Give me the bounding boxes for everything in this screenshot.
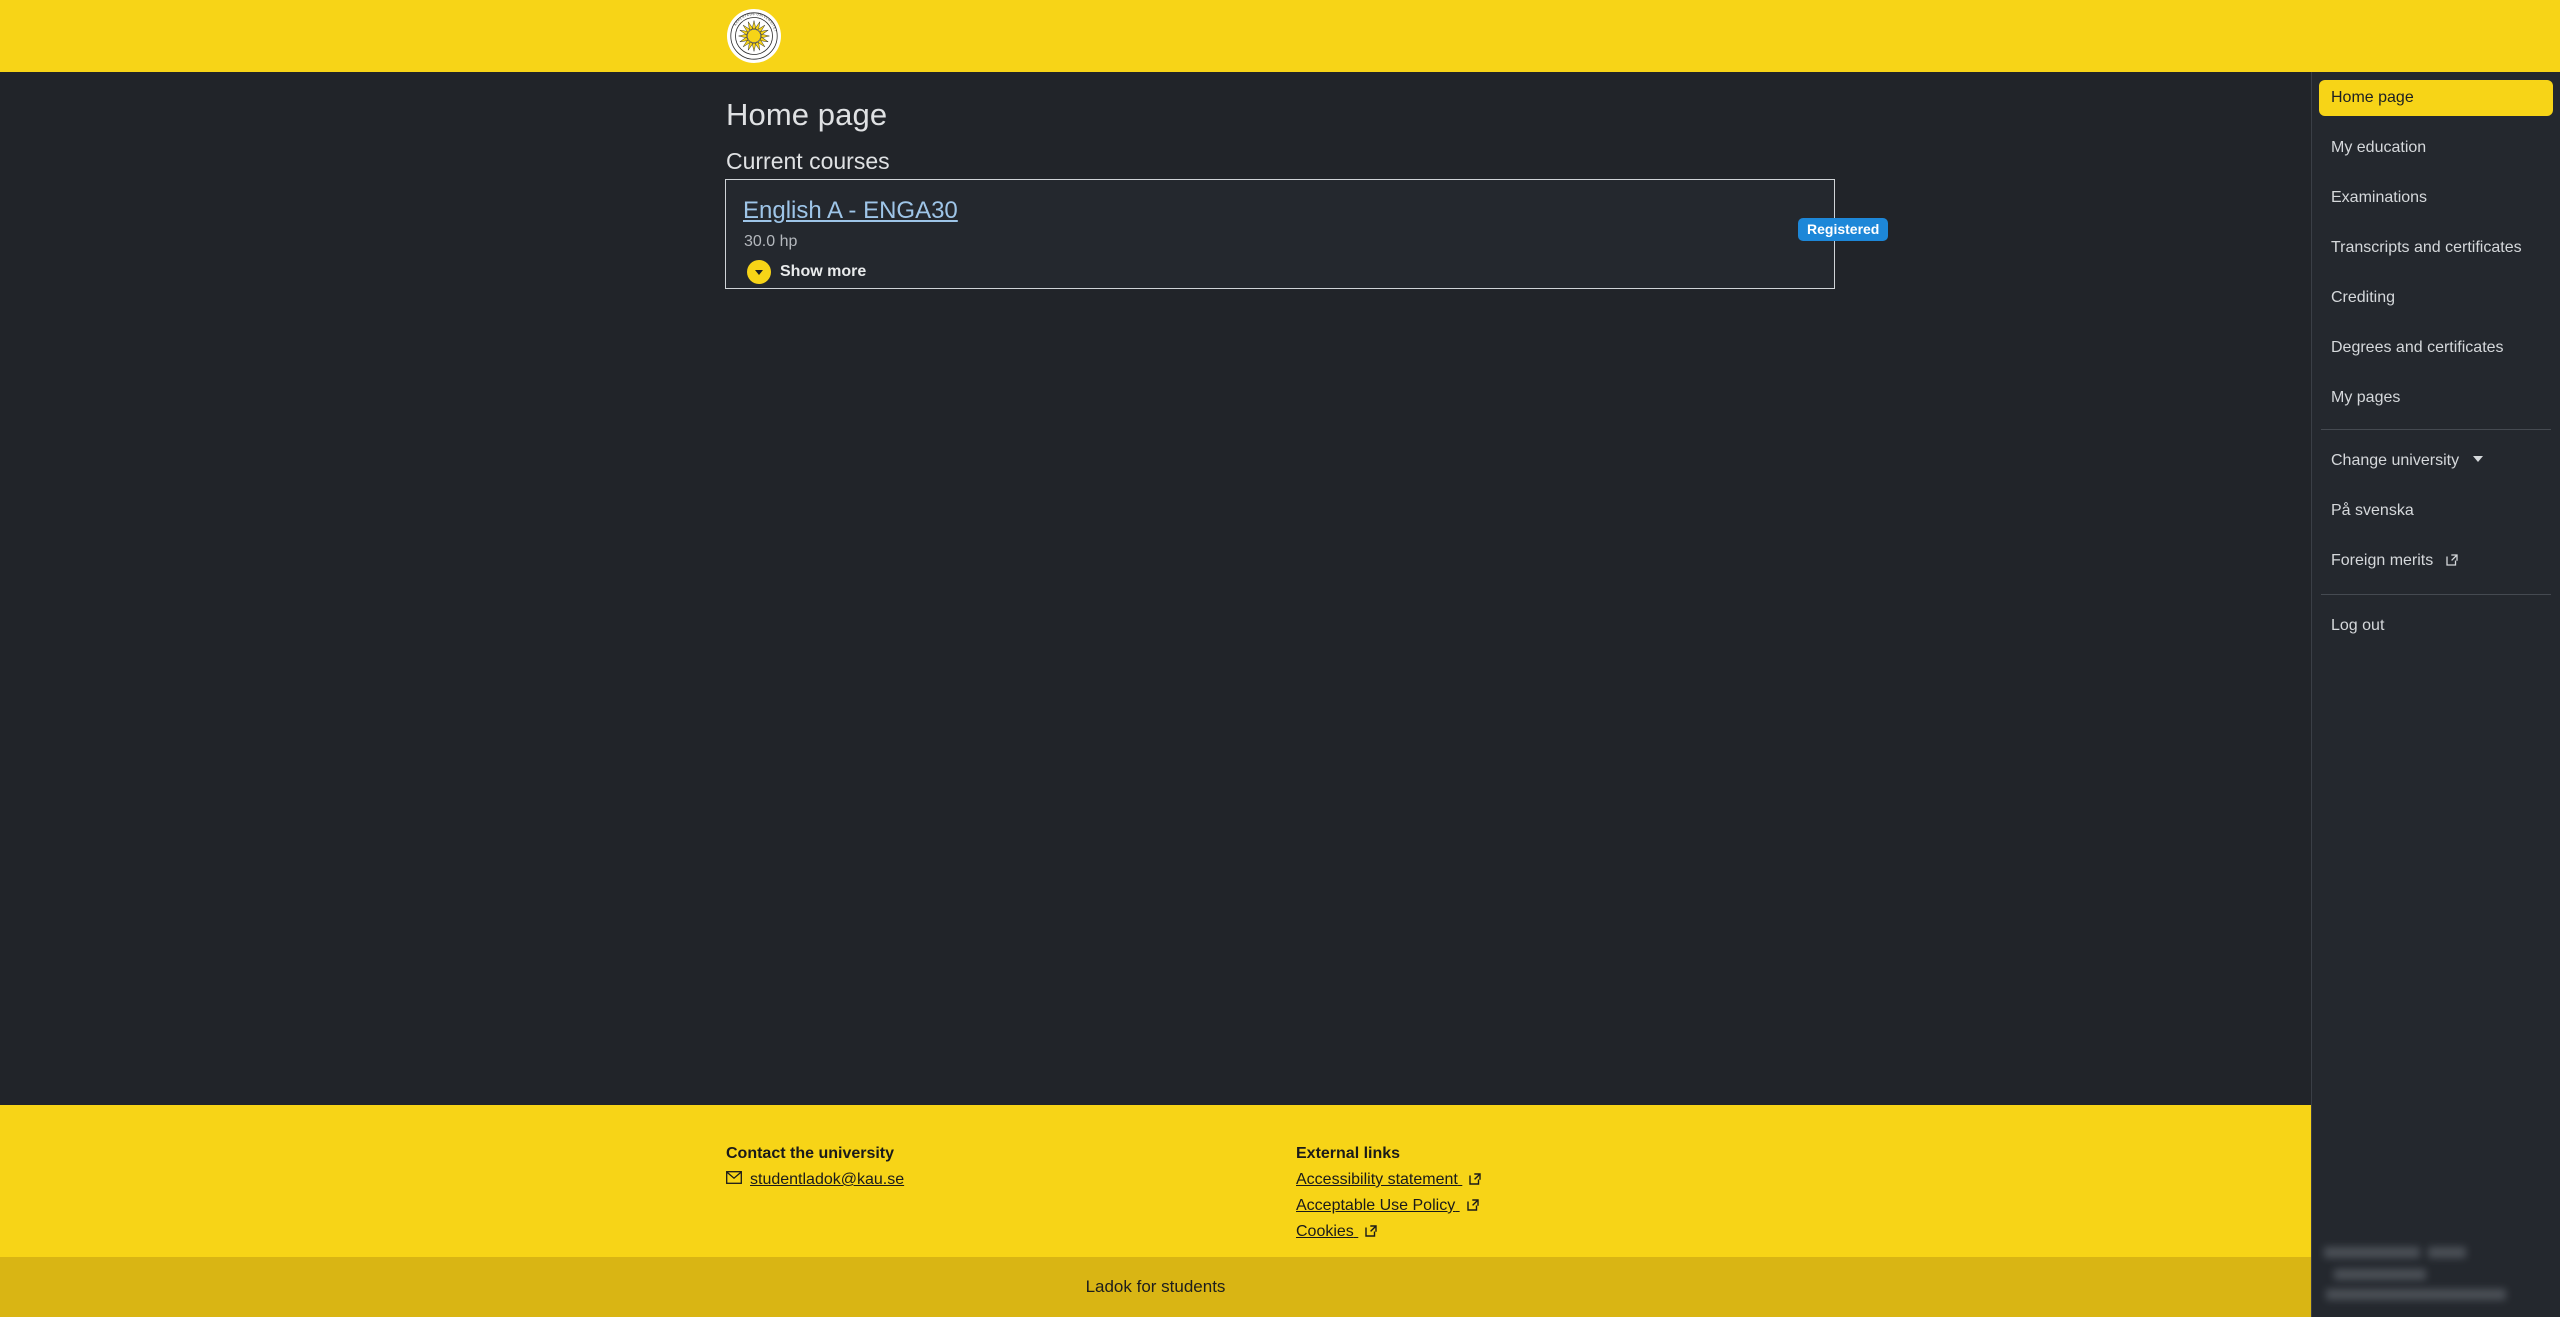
- chevron-down-icon: [747, 260, 771, 284]
- sidebar-item-foreign-merits[interactable]: Foreign merits: [2319, 543, 2553, 581]
- sidebar-item-label: Degrees and certificates: [2331, 339, 2504, 356]
- top-header-bar: KARLSTADS UNIVERSITET: [0, 0, 2560, 72]
- sidebar-item-my-education[interactable]: My education: [2319, 130, 2553, 166]
- obscured-user-panel: [2318, 1237, 2550, 1311]
- page-title: Home page: [726, 97, 888, 132]
- sidebar-item-label: Crediting: [2331, 289, 2396, 306]
- sidebar-item-log-out[interactable]: Log out: [2319, 608, 2553, 644]
- sidebar-item-label: Transcripts and certificates: [2331, 239, 2522, 256]
- footer-links-heading: External links: [1296, 1145, 1401, 1162]
- footer-link-acceptable-use-policy[interactable]: Acceptable Use Policy: [1296, 1197, 1482, 1217]
- sidebar-item-crediting[interactable]: Crediting: [2319, 280, 2553, 316]
- external-link-icon: [1466, 1199, 1480, 1216]
- main-content: Home page Current courses English A - EN…: [0, 72, 2311, 1105]
- sidebar-secondary-list: Change university På svenska Foreign mer…: [2312, 443, 2560, 581]
- page-root: KARLSTADS UNIVERSITET Home page Current …: [0, 0, 2560, 1317]
- sidebar-item-label: Foreign merits: [2331, 552, 2434, 569]
- footer-link-cookies[interactable]: Cookies: [1296, 1223, 1482, 1243]
- sidebar-item-transcripts-and-certificates[interactable]: Transcripts and certificates: [2319, 230, 2553, 266]
- sidebar-tertiary-list: Log out: [2312, 608, 2560, 644]
- footer-link-accessibility-statement[interactable]: Accessibility statement: [1296, 1171, 1482, 1191]
- sidebar-item-label: Home page: [2331, 89, 2414, 106]
- bottom-bar: Ladok for students: [0, 1257, 2311, 1317]
- footer-email-link[interactable]: studentladok@kau.se: [750, 1171, 904, 1189]
- footer-contact-heading: Contact the university: [726, 1145, 895, 1162]
- course-credits: 30.0 hp: [744, 233, 798, 250]
- sidebar-item-degrees-and-certificates[interactable]: Degrees and certificates: [2319, 330, 2553, 366]
- show-more-label: Show more: [780, 263, 867, 280]
- sidebar-item-label: My pages: [2331, 389, 2401, 406]
- bottom-bar-label: Ladok for students: [1085, 1277, 1226, 1296]
- sidebar-item-pa-svenska[interactable]: På svenska: [2319, 493, 2553, 529]
- sidebar-item-label: Change university: [2331, 452, 2460, 469]
- university-logo-icon[interactable]: KARLSTADS UNIVERSITET: [727, 9, 781, 63]
- footer-links-column: External links Accessibility statement A…: [1296, 1145, 1482, 1249]
- sidebar-item-change-university[interactable]: Change university: [2319, 443, 2553, 479]
- external-link-icon: [1364, 1225, 1378, 1242]
- chevron-down-icon: [2472, 456, 2483, 462]
- show-more-toggle[interactable]: Show more: [747, 260, 866, 284]
- footer-email-row: studentladok@kau.se: [726, 1171, 904, 1189]
- course-title-link[interactable]: English A - ENGA30: [743, 197, 958, 225]
- sidebar-item-label: My education: [2331, 139, 2427, 156]
- sidebar-item-home-page[interactable]: Home page: [2319, 80, 2553, 116]
- section-title-current-courses: Current courses: [726, 148, 890, 174]
- footer-link-label: Acceptable Use Policy: [1296, 1197, 1456, 1214]
- sidebar-item-my-pages[interactable]: My pages: [2319, 380, 2553, 416]
- external-link-icon: [1468, 1173, 1482, 1190]
- status-badge: Registered: [1798, 218, 1889, 241]
- sidebar-item-label: Examinations: [2331, 189, 2428, 206]
- sidebar-item-examinations[interactable]: Examinations: [2319, 180, 2553, 216]
- course-card: English A - ENGA30 30.0 hp Show more Reg…: [725, 179, 1889, 289]
- page-footer: Contact the university studentladok@kau.…: [0, 1105, 2311, 1257]
- envelope-icon: [726, 1171, 742, 1189]
- right-sidebar-nav: Home page My education Examinations Tran…: [2311, 72, 2560, 1317]
- footer-link-label: Accessibility statement: [1296, 1171, 1458, 1188]
- sidebar-item-label: På svenska: [2331, 502, 2414, 519]
- external-link-icon: [2445, 554, 2459, 571]
- sidebar-item-label: Log out: [2331, 617, 2385, 634]
- sidebar-primary-list: Home page My education Examinations Tran…: [2312, 72, 2560, 416]
- footer-link-label: Cookies: [1296, 1223, 1354, 1240]
- sidebar-divider-2: [2321, 594, 2551, 595]
- sidebar-divider-1: [2321, 429, 2551, 430]
- footer-contact-column: Contact the university studentladok@kau.…: [726, 1145, 904, 1189]
